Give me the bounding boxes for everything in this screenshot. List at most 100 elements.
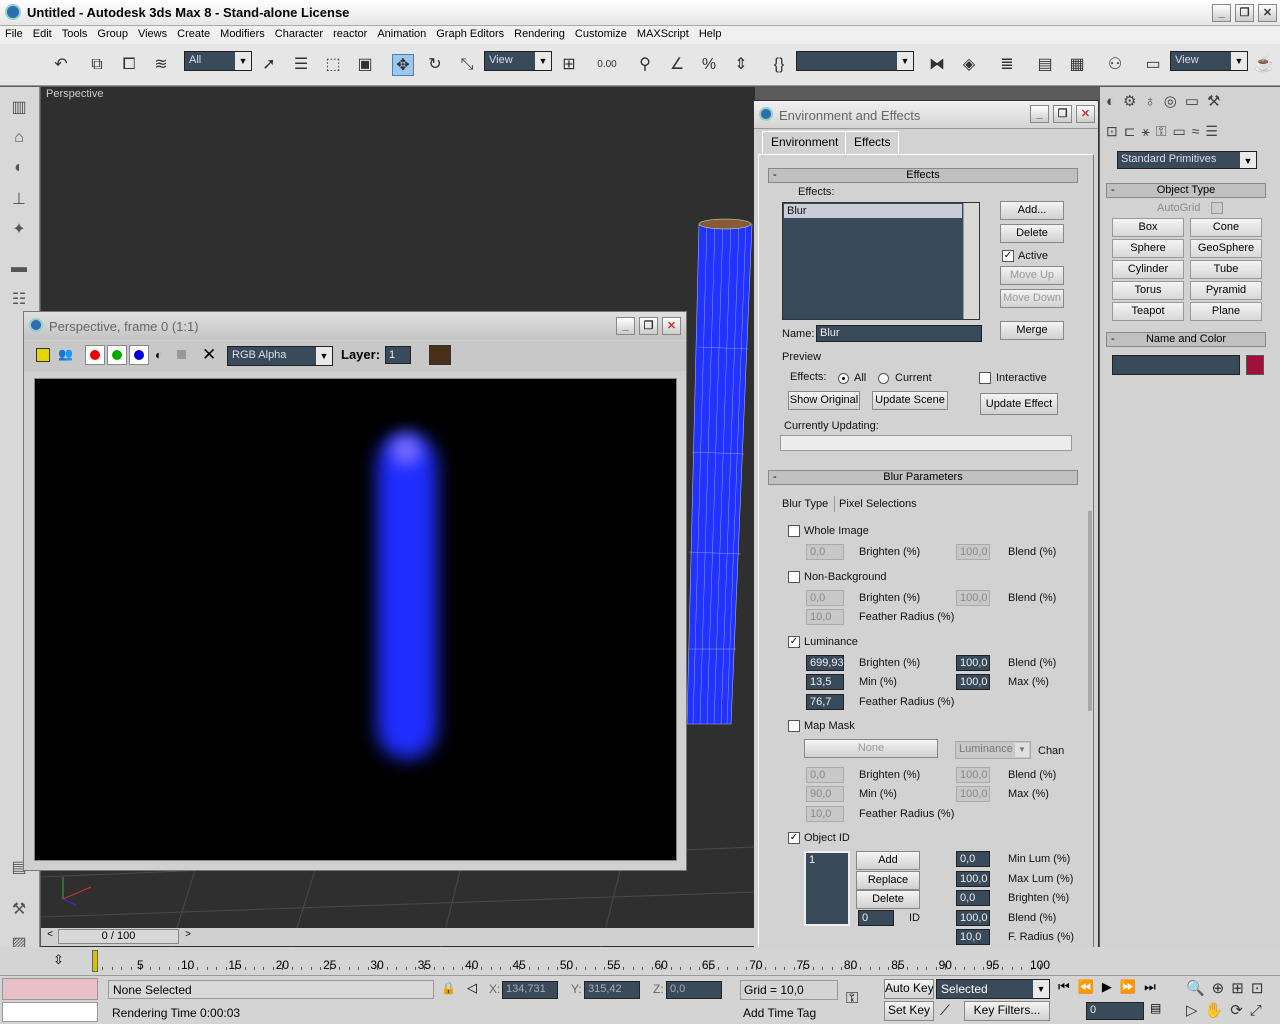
whole-image-blend-spinner[interactable]: 100,0 xyxy=(956,544,990,560)
key-mode-dropdown[interactable]: Selected ▼ xyxy=(936,979,1050,999)
tool-icon-4[interactable]: ⊥ xyxy=(7,189,31,211)
unlink-icon[interactable]: ⧠ xyxy=(118,54,140,76)
monochrome-icon[interactable] xyxy=(177,350,186,359)
non-bg-blend-spinner[interactable]: 100,0 xyxy=(956,590,990,606)
rendered-frame-titlebar[interactable]: Perspective, frame 0 (1:1) _ ❐ ✕ xyxy=(24,312,686,340)
geosphere-button[interactable]: GeoSphere xyxy=(1190,239,1262,258)
object-id-brighten-spinner[interactable]: 0,0 xyxy=(956,890,990,906)
rotate-icon[interactable]: ↻ xyxy=(424,54,446,76)
cylinder-button[interactable]: Cylinder xyxy=(1112,260,1184,279)
tool-icon-2[interactable]: ⌂ xyxy=(7,129,31,151)
app-icon[interactable] xyxy=(5,4,21,20)
mask-brighten-spinner[interactable]: 0,0 xyxy=(806,767,844,783)
material-editor-icon[interactable]: ⚇ xyxy=(1104,54,1126,76)
mask-min-spinner[interactable]: 90,0 xyxy=(806,786,844,802)
z-coordinate-field[interactable]: 0,0 xyxy=(666,981,722,999)
mask-feather-spinner[interactable]: 10,0 xyxy=(806,806,844,822)
time-slider-thumb[interactable]: 0 / 100 xyxy=(58,929,179,944)
tab-blur-type[interactable]: Blur Type xyxy=(782,498,828,510)
delete-effect-button[interactable]: Delete xyxy=(1000,224,1064,243)
chevron-right-icon[interactable]: > xyxy=(181,929,195,944)
whole-image-brighten-spinner[interactable]: 0,0 xyxy=(806,544,844,560)
minimize-icon[interactable]: _ xyxy=(1212,4,1231,22)
lock-icon[interactable]: 🔒 xyxy=(441,981,456,995)
add-effect-button[interactable]: Add... xyxy=(1000,201,1064,220)
menu-customize[interactable]: Customize xyxy=(570,26,632,43)
select-by-name-icon[interactable]: ☰ xyxy=(290,54,312,76)
autogrid-checkbox[interactable] xyxy=(1211,202,1223,214)
max-lum-spinner[interactable]: 100,0 xyxy=(956,871,990,887)
maximize-icon[interactable]: ❐ xyxy=(1235,4,1254,22)
time-slider[interactable]: < 0 / 100 > xyxy=(41,928,755,946)
non-background-checkbox[interactable] xyxy=(788,571,800,583)
non-bg-feather-spinner[interactable]: 10,0 xyxy=(806,609,844,625)
panel-scrollbar[interactable] xyxy=(1088,511,1092,711)
object-id-blend-spinner[interactable]: 100,0 xyxy=(956,910,990,926)
named-selection-dropdown[interactable]: ▼ xyxy=(796,51,914,71)
map-mask-checkbox[interactable] xyxy=(788,720,800,732)
ref-coord-dropdown[interactable]: View ▼ xyxy=(484,51,552,71)
merge-button[interactable]: Merge xyxy=(1000,321,1064,340)
menu-file[interactable]: File xyxy=(0,26,28,43)
angle-snap-icon[interactable]: ∠ xyxy=(666,54,688,76)
maxscript-mini-output[interactable] xyxy=(2,1002,98,1022)
radio-all[interactable] xyxy=(838,373,849,384)
mask-max-spinner[interactable]: 100,0 xyxy=(956,786,990,802)
create-category-icons[interactable]: ⊡⊏⚹⚿▭≈☰ xyxy=(1106,123,1276,141)
tool-icon-1[interactable]: ▥ xyxy=(7,97,31,119)
pyramid-button[interactable]: Pyramid xyxy=(1190,281,1262,300)
time-config-icon[interactable]: ▤ xyxy=(1150,1001,1161,1015)
channel-dropdown[interactable]: RGB Alpha ▼ xyxy=(227,346,333,366)
schematic-view-icon[interactable]: ▦ xyxy=(1066,54,1088,76)
tangent-icon[interactable]: ⟋ xyxy=(940,1002,950,1019)
menu-group[interactable]: Group xyxy=(92,26,133,43)
blue-channel-toggle[interactable] xyxy=(129,345,149,365)
tab-pixel-selections[interactable]: Pixel Selections xyxy=(839,498,917,510)
menu-animation[interactable]: Animation xyxy=(372,26,431,43)
window-crossing-icon[interactable]: ▣ xyxy=(354,54,376,76)
luminance-feather-spinner[interactable]: 76,7 xyxy=(806,694,844,710)
save-bitmap-icon[interactable] xyxy=(36,348,50,362)
percent-snap-icon[interactable]: % xyxy=(698,54,720,76)
object-id-list[interactable]: 1 xyxy=(804,851,850,926)
close-icon[interactable]: ✕ xyxy=(1076,105,1095,123)
update-effect-button[interactable]: Update Effect xyxy=(980,393,1058,415)
curve-editor-icon[interactable]: ▤ xyxy=(1034,54,1056,76)
menu-reactor[interactable]: reactor xyxy=(328,26,372,43)
move-up-button[interactable]: Move Up xyxy=(1000,266,1064,285)
menu-tools[interactable]: Tools xyxy=(57,26,93,43)
tool-icon-6[interactable]: ▬ xyxy=(7,259,31,281)
bind-spacewarp-icon[interactable]: ≋ xyxy=(150,54,172,76)
scrollbar[interactable] xyxy=(963,203,979,319)
menu-maxscript[interactable]: MAXScript xyxy=(632,26,694,43)
menu-edit[interactable]: Edit xyxy=(28,26,57,43)
tool-icon-3[interactable]: ◐ xyxy=(7,159,31,181)
current-frame-field[interactable]: 0 xyxy=(1086,1002,1144,1020)
track-bar[interactable]: ⇳ 5 10 15 20 25 30 35 40 45 50 55 60 65 70 75 80 85 90 95 1… xyxy=(0,947,1280,975)
menu-create[interactable]: Create xyxy=(172,26,215,43)
tool-icon-7[interactable]: ☷ xyxy=(7,289,31,311)
align-icon[interactable]: ◈ xyxy=(958,54,980,76)
luminance-brighten-spinner[interactable]: 699,93 xyxy=(806,655,844,671)
select-arrow-icon[interactable]: ➚ xyxy=(258,54,280,76)
object-id-checkbox[interactable]: ✓ xyxy=(788,832,800,844)
object-color-swatch[interactable] xyxy=(1246,355,1264,375)
minimize-icon[interactable]: _ xyxy=(616,317,635,335)
red-channel-toggle[interactable] xyxy=(85,345,105,365)
mask-blend-spinner[interactable]: 100,0 xyxy=(956,767,990,783)
viewport-navigation-controls[interactable]: 🔍⊕⊞⊡ ▷✋⟳⤢ xyxy=(1186,978,1278,1022)
clear-icon[interactable]: ✕ xyxy=(202,345,216,365)
menu-character[interactable]: Character xyxy=(270,26,328,43)
key-icon[interactable]: ⚿ xyxy=(846,990,858,1008)
effects-rollout[interactable]: - Effects xyxy=(768,168,1078,183)
interactive-checkbox[interactable] xyxy=(979,372,991,384)
luminance-blend-spinner[interactable]: 100,0 xyxy=(956,655,990,671)
absolute-mode-icon[interactable]: ◁ xyxy=(467,980,477,996)
current-frame-marker[interactable] xyxy=(92,950,98,972)
cone-button[interactable]: Cone xyxy=(1190,218,1262,237)
show-original-button[interactable]: Show Original xyxy=(788,391,860,410)
active-checkbox[interactable]: ✓ xyxy=(1002,250,1014,262)
mirror-icon[interactable]: ⚲ xyxy=(634,54,656,76)
playback-controls[interactable]: ⏮⏪▶⏩⏭ xyxy=(1058,979,1178,999)
list-item[interactable]: 1 xyxy=(806,853,848,867)
